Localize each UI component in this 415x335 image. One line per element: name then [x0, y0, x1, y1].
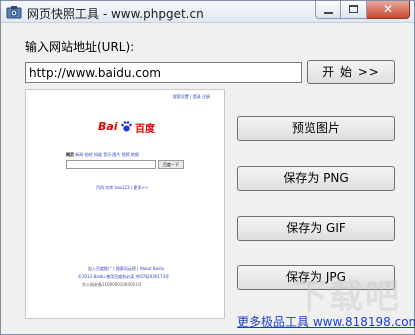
- save-png-button[interactable]: 保存为 PNG: [237, 166, 395, 191]
- save-jpg-button[interactable]: 保存为 JPG: [237, 265, 395, 290]
- camera-icon: [6, 6, 22, 19]
- preview-nav-links: 新闻 贴吧 知道 音乐 图片 视频 地图: [75, 152, 139, 157]
- url-label: 输入网站地址(URL):: [25, 40, 135, 54]
- preview-nav: 网页 新闻 贴吧 知道 音乐 图片 视频 地图: [66, 152, 139, 158]
- preview-footer-3: 京公网安备11000002000001号: [82, 282, 142, 287]
- start-button[interactable]: 开 始 >>: [307, 60, 395, 84]
- preview-footer-1: 加入百度推广 | 搜索风云榜 | About Baidu: [88, 266, 165, 271]
- window-title: 网页快照工具 - www.phpget.cn: [27, 7, 204, 21]
- save-gif-button[interactable]: 保存为 GIF: [237, 216, 395, 241]
- title-bar[interactable]: 网页快照工具 - www.phpget.cn ✕: [1, 1, 414, 23]
- close-icon: ✕: [382, 2, 394, 16]
- more-tools-link[interactable]: 更多极品工具 www.818198.com: [237, 313, 415, 330]
- maximize-button[interactable]: [341, 1, 367, 19]
- caption-buttons: ✕: [315, 1, 410, 20]
- minimize-button[interactable]: [315, 1, 341, 19]
- maximize-icon: [349, 5, 358, 13]
- baidu-logo: Bai 百度: [98, 120, 158, 136]
- preview-links: 百科 文库 hao123 | 更多>>: [96, 185, 149, 190]
- close-button[interactable]: ✕: [367, 1, 410, 19]
- app-window: 网页快照工具 - www.phpget.cn ✕ 输入网站地址(URL): 开 …: [0, 0, 415, 335]
- preview-search-button: 百度一下: [158, 160, 184, 169]
- baidu-logo-cn: 百度: [135, 124, 155, 135]
- preview-button[interactable]: 预览图片: [237, 116, 395, 141]
- url-input[interactable]: [25, 62, 302, 83]
- minimize-icon: [324, 12, 333, 14]
- preview-search-box: [66, 160, 156, 169]
- preview-top-links: 搜索设置 | 登录 注册: [172, 94, 210, 99]
- baidu-logo-text: Bai: [98, 120, 118, 133]
- preview-footer-2: ©2013 Baidu 使用百度前必读 京ICP证030173号: [78, 274, 170, 279]
- preview-image: 搜索设置 | 登录 注册 Bai 百度 网页 新闻 贴吧 知道 音乐 图片 视频…: [25, 89, 225, 319]
- paw-icon: [121, 121, 132, 132]
- preview-nav-current: 网页: [66, 152, 74, 157]
